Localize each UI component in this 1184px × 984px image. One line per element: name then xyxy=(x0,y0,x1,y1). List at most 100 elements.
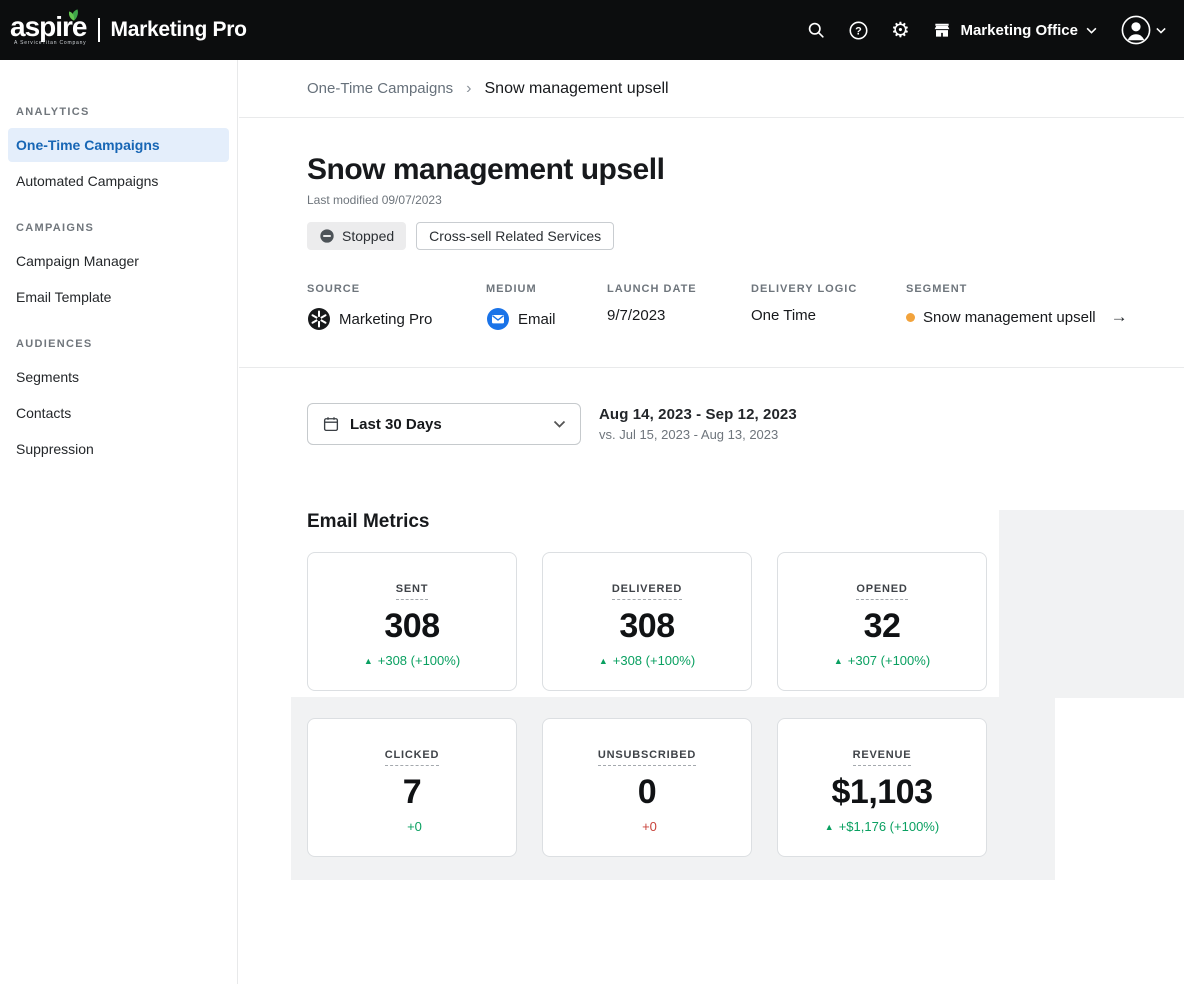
detail-value-delivery-logic: One Time xyxy=(751,307,816,324)
sidebar-item-contacts[interactable]: Contacts xyxy=(8,396,229,430)
sidebar-item-one-time-campaigns[interactable]: One-Time Campaigns xyxy=(8,128,229,162)
avatar-icon xyxy=(1121,15,1151,45)
metric-delta: ▲ +308 (+100%) xyxy=(318,653,506,668)
search-icon[interactable] xyxy=(804,18,828,42)
metric-delta: +0 xyxy=(553,819,741,834)
sidebar-item-automated-campaigns[interactable]: Automated Campaigns xyxy=(8,164,229,198)
email-icon xyxy=(486,307,510,331)
help-icon[interactable]: ? xyxy=(846,18,870,42)
metric-card-clicked: CLICKED 7 +0 xyxy=(307,718,517,857)
svg-text:?: ? xyxy=(855,25,862,37)
delta-up-icon: ▲ xyxy=(364,656,373,666)
detail-value-medium: Email xyxy=(518,311,556,328)
aspire-logo: aspire A ServiceTitan Company xyxy=(10,14,87,46)
category-tag: Cross-sell Related Services xyxy=(416,222,614,250)
delta-up-icon: ▲ xyxy=(834,656,843,666)
product-name: Marketing Pro xyxy=(111,18,247,42)
date-range-value: Last 30 Days xyxy=(350,416,442,433)
delta-text: +$1,176 (+100%) xyxy=(839,819,939,834)
metric-value: 308 xyxy=(318,607,506,646)
detail-value-launch-date: 9/7/2023 xyxy=(607,307,665,324)
brand-logo: aspire A ServiceTitan Company Marketing … xyxy=(10,14,247,46)
metric-card-sent: SENT 308 ▲ +308 (+100%) xyxy=(307,552,517,691)
delta-text: +308 (+100%) xyxy=(613,653,695,668)
status-label: Stopped xyxy=(342,228,394,244)
detail-label-delivery-logic: DELIVERY LOGIC xyxy=(751,283,906,295)
marketing-pro-icon xyxy=(307,307,331,331)
metric-label: OPENED xyxy=(856,583,907,600)
segment-dot-icon xyxy=(906,313,915,322)
chevron-down-icon xyxy=(1086,27,1097,34)
date-comparison-text: vs. Jul 15, 2023 - Aug 13, 2023 xyxy=(599,427,797,442)
arrow-right-icon: → xyxy=(1111,307,1128,327)
delta-text: +308 (+100%) xyxy=(378,653,460,668)
email-metrics-heading: Email Metrics xyxy=(307,511,1184,533)
metric-value: 0 xyxy=(553,773,741,812)
top-bar: aspire A ServiceTitan Company Marketing … xyxy=(0,0,1184,60)
main-content: One-Time Campaigns › Snow management ups… xyxy=(239,60,1184,984)
delta-up-icon: ▲ xyxy=(599,656,608,666)
metric-card-unsubscribed: UNSUBSCRIBED 0 +0 xyxy=(542,718,752,857)
sidebar-section-audiences: AUDIENCES xyxy=(0,338,237,350)
detail-label-medium: MEDIUM xyxy=(486,283,607,295)
metric-label: REVENUE xyxy=(853,749,912,766)
user-menu[interactable] xyxy=(1121,15,1166,45)
chevron-down-icon xyxy=(1156,27,1166,34)
metric-value: 32 xyxy=(788,607,976,646)
metric-label: SENT xyxy=(396,583,429,600)
sidebar-section-analytics: ANALYTICS xyxy=(0,106,237,118)
breadcrumb: One-Time Campaigns › Snow management ups… xyxy=(239,60,1184,118)
metric-value: $1,103 xyxy=(788,773,976,812)
date-range-text: Aug 14, 2023 - Sep 12, 2023 xyxy=(599,406,797,423)
category-tag-label: Cross-sell Related Services xyxy=(429,228,601,244)
metric-value: 308 xyxy=(553,607,741,646)
leaf-icon xyxy=(67,8,81,22)
metric-delta: ▲ +307 (+100%) xyxy=(788,653,976,668)
last-modified: Last modified 09/07/2023 xyxy=(307,193,1184,207)
calendar-icon xyxy=(322,415,340,433)
detail-label-segment: SEGMENT xyxy=(906,283,1128,295)
metric-card-revenue: REVENUE $1,103 ▲ +$1,176 (+100%) xyxy=(777,718,987,857)
detail-value-segment: Snow management upsell xyxy=(923,309,1096,326)
date-range-select[interactable]: Last 30 Days xyxy=(307,403,581,445)
page-title: Snow management upsell xyxy=(307,152,1184,188)
brand-tagline: A ServiceTitan Company xyxy=(14,40,86,46)
sidebar-nav: ANALYTICS One-Time Campaigns Automated C… xyxy=(0,60,238,984)
chevron-down-icon xyxy=(553,420,566,428)
gear-icon[interactable]: ⚙ xyxy=(888,18,912,42)
breadcrumb-chevron-icon: › xyxy=(466,80,471,98)
stop-icon xyxy=(319,228,335,244)
metric-card-opened: OPENED 32 ▲ +307 (+100%) xyxy=(777,552,987,691)
delta-text: +0 xyxy=(642,819,657,834)
sidebar-item-suppression[interactable]: Suppression xyxy=(8,432,229,466)
status-badge: Stopped xyxy=(307,222,406,250)
storefront-icon xyxy=(932,20,952,40)
metric-label: CLICKED xyxy=(385,749,440,766)
metric-value: 7 xyxy=(318,773,506,812)
delta-text: +307 (+100%) xyxy=(848,653,930,668)
office-selector[interactable]: Marketing Office xyxy=(932,20,1097,40)
brand-divider xyxy=(98,18,100,42)
metric-delta: ▲ +308 (+100%) xyxy=(553,653,741,668)
detail-label-source: SOURCE xyxy=(307,283,486,295)
metric-delta: ▲ +$1,176 (+100%) xyxy=(788,819,976,834)
breadcrumb-parent-link[interactable]: One-Time Campaigns xyxy=(307,80,453,97)
office-label: Marketing Office xyxy=(960,22,1078,39)
campaign-details: SOURCE Marketing Pro MEDIUM xyxy=(307,283,1184,331)
delta-up-icon: ▲ xyxy=(825,822,834,832)
delta-text: +0 xyxy=(407,819,422,834)
metric-label: DELIVERED xyxy=(612,583,682,600)
sidebar-section-campaigns: CAMPAIGNS xyxy=(0,222,237,234)
sidebar-item-segments[interactable]: Segments xyxy=(8,360,229,394)
detail-label-launch-date: LAUNCH DATE xyxy=(607,283,751,295)
sidebar-item-email-template[interactable]: Email Template xyxy=(8,280,229,314)
metric-delta: +0 xyxy=(318,819,506,834)
metric-card-delivered: DELIVERED 308 ▲ +308 (+100%) xyxy=(542,552,752,691)
segment-link[interactable]: Snow management upsell → xyxy=(906,307,1128,327)
sidebar-item-campaign-manager[interactable]: Campaign Manager xyxy=(8,244,229,278)
section-divider xyxy=(239,367,1184,368)
detail-value-source: Marketing Pro xyxy=(339,311,432,328)
topbar-actions: ? ⚙ Marketing Office xyxy=(804,15,1166,45)
metric-label: UNSUBSCRIBED xyxy=(598,749,696,766)
breadcrumb-current: Snow management upsell xyxy=(485,80,669,98)
